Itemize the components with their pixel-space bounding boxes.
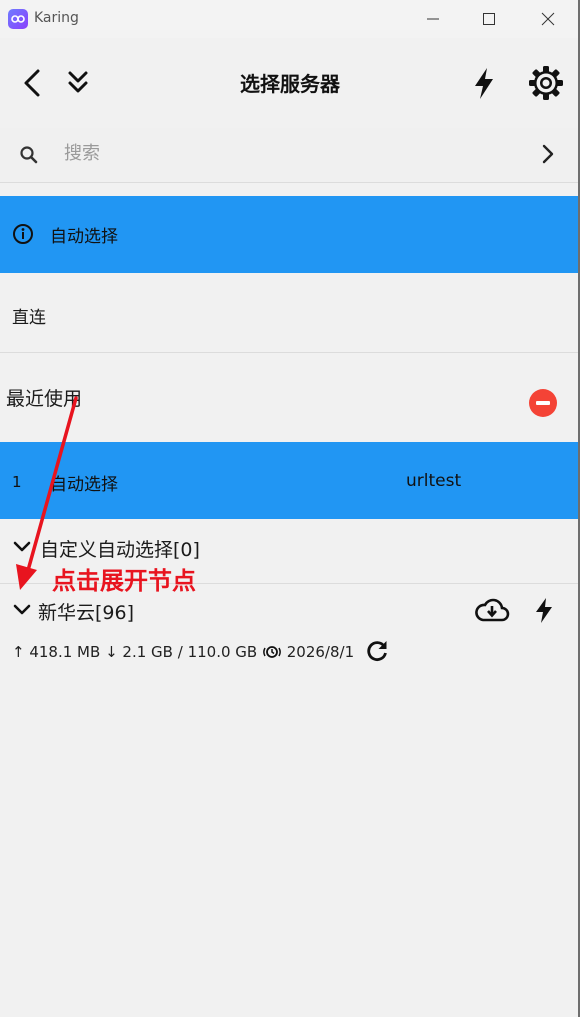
search-input[interactable]	[64, 140, 484, 166]
bolt-icon	[475, 68, 493, 99]
refresh-icon[interactable]	[364, 638, 390, 664]
maximize-icon	[483, 13, 495, 25]
app-header: 选择服务器	[0, 38, 580, 128]
recent-section-header: 最近使用	[0, 353, 580, 442]
minimize-button[interactable]	[404, 0, 462, 38]
download-usage: ↓ 2.1 GB	[105, 642, 173, 661]
minimize-icon	[427, 18, 439, 20]
search-icon	[20, 146, 38, 164]
close-button[interactable]	[519, 0, 577, 38]
expire-date: 2026/8/1	[286, 642, 355, 661]
node-name: 自动选择	[50, 475, 118, 495]
settings-button[interactable]	[526, 63, 566, 103]
bolt-icon[interactable]	[532, 596, 556, 624]
subscription-stats: ↑ 418.1 MB ↓ 2.1 GB / 110.0 GB 2026/8/1	[12, 642, 354, 661]
maximize-button[interactable]	[460, 0, 518, 38]
window-titlebar: Karing	[0, 0, 580, 38]
auto-select-label: 自动选择	[50, 227, 118, 247]
group-label: 自定义自动选择[0]	[40, 539, 200, 561]
chevron-right-icon[interactable]	[536, 142, 560, 166]
node-type: urltest	[406, 471, 462, 491]
recent-node-item[interactable]: 1 自动选择 urltest	[0, 442, 580, 519]
gear-icon	[529, 66, 563, 100]
window-title: Karing	[34, 10, 79, 26]
group-label: 新华云[96]	[38, 602, 135, 624]
chevron-down-icon[interactable]	[12, 600, 32, 620]
usage-separator: /	[177, 642, 183, 661]
info-icon	[13, 224, 33, 244]
app-logo-icon	[8, 9, 28, 29]
remove-icon[interactable]	[529, 389, 557, 417]
annotation-label: 点击展开节点	[52, 567, 196, 595]
speed-test-button[interactable]	[464, 63, 504, 103]
total-quota: 110.0 GB	[187, 642, 258, 661]
close-icon	[541, 12, 555, 26]
direct-label: 直连	[12, 308, 46, 328]
chevron-down-icon[interactable]	[12, 537, 32, 557]
node-index: 1	[12, 473, 22, 491]
clock-icon	[263, 645, 281, 658]
recent-label: 最近使用	[6, 388, 83, 410]
group-subscription[interactable]: 新华云[96] ↑ 418.1 MB ↓ 2.1 GB / 110.0 GB 2…	[0, 584, 580, 680]
direct-item[interactable]: 直连	[0, 273, 580, 353]
auto-select-item[interactable]: 自动选择	[0, 196, 580, 273]
cloud-download-icon[interactable]	[474, 596, 510, 624]
upload-usage: ↑ 418.1 MB	[12, 642, 101, 661]
search-bar	[0, 128, 580, 183]
